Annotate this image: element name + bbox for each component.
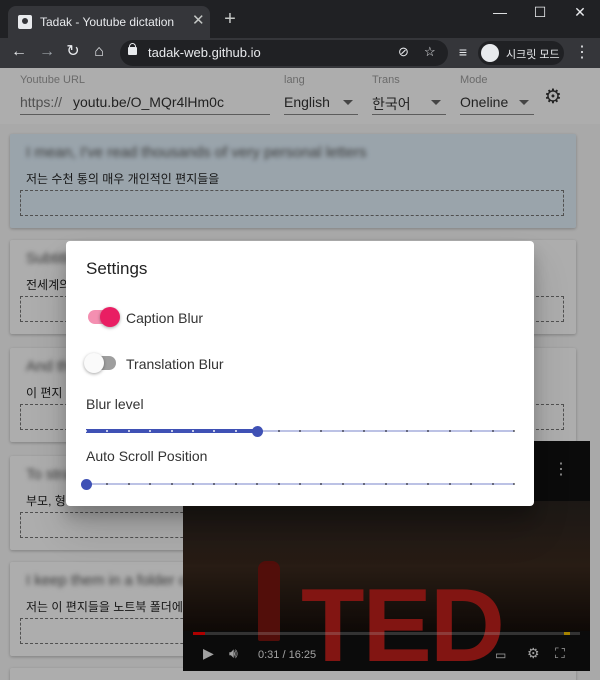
slider-thumb[interactable] (252, 426, 264, 437)
incognito-icon (481, 44, 499, 62)
dialog-title: Settings (86, 259, 148, 278)
media-playlist-icon[interactable]: ≡ (452, 41, 474, 63)
slider-tick (470, 483, 473, 485)
slider-tick (213, 430, 216, 432)
slider-tick (192, 483, 194, 485)
minimize-button[interactable]: — (490, 4, 510, 20)
slider-tick (127, 483, 130, 485)
slider-tick (427, 483, 430, 485)
slider-tick (491, 430, 494, 432)
slider-tick (299, 430, 301, 432)
slider-tick (106, 430, 109, 432)
favicon-icon (18, 15, 32, 29)
caption-blur-toggle[interactable] (86, 307, 120, 327)
toggle-thumb (100, 307, 120, 327)
translation-blur-toggle[interactable] (84, 353, 118, 373)
bookmark-star-icon[interactable]: ☆ (424, 44, 436, 60)
slider-tick (192, 430, 194, 432)
slider-tick (513, 483, 515, 485)
lock-icon (128, 43, 137, 55)
toggle-thumb (84, 353, 104, 373)
slider-thumb[interactable] (81, 479, 92, 490)
auto-scroll-label: Auto Scroll Position (86, 448, 208, 464)
slider-tick (363, 430, 366, 432)
slider-tick (127, 430, 130, 432)
home-icon[interactable]: ⌂ (88, 41, 110, 63)
slider-tick (170, 430, 173, 432)
address-url[interactable]: tadak-web.github.io (148, 45, 261, 60)
slider-tick (470, 430, 473, 432)
slider-tick (341, 430, 344, 432)
slider-tick (320, 430, 323, 432)
slider-tick (448, 430, 451, 432)
browser-toolbar: ← → ↻ ⌂ tadak-web.github.io ⊘ ☆ ≡ 시크릿 모드… (0, 38, 600, 68)
slider-tick (234, 483, 237, 485)
tab-close-icon[interactable]: ✕ (192, 12, 205, 30)
slider-tick (213, 483, 216, 485)
slider-tick (427, 430, 430, 432)
incognito-label: 시크릿 모드 (506, 49, 560, 61)
slider-tick (384, 483, 387, 485)
settings-dialog: Settings Caption Blur Translation Blur B… (66, 241, 534, 506)
tracking-blocked-icon[interactable]: ⊘ (398, 44, 409, 60)
browser-tab[interactable]: Tadak - Youtube dictation ✕ (8, 6, 210, 38)
maximize-button[interactable]: ☐ (530, 4, 550, 21)
tab-title: Tadak - Youtube dictation (40, 15, 175, 29)
slider-tick (170, 483, 173, 485)
slider-tick (256, 483, 259, 485)
slider-tick (406, 483, 408, 485)
slider-tick (277, 430, 280, 432)
slider-tick (149, 483, 152, 485)
slider-tick (513, 430, 515, 432)
blur-level-label: Blur level (86, 396, 144, 412)
address-bar[interactable]: tadak-web.github.io ⊘ ☆ (120, 40, 448, 66)
page-content: Youtube URL https:// youtu.be/O_MQr4lHm0… (0, 68, 600, 680)
browser-tab-bar: Tadak - Youtube dictation ✕ + — ☐ ✕ (0, 0, 600, 38)
slider-tick (149, 430, 152, 432)
reload-icon[interactable]: ↻ (62, 41, 84, 63)
caption-blur-label: Caption Blur (126, 310, 204, 326)
slider-tick (106, 483, 109, 485)
browser-menu-icon[interactable]: ⋮ (574, 42, 590, 62)
blur-level-slider[interactable] (85, 421, 515, 441)
slider-tick (277, 483, 280, 485)
incognito-badge[interactable]: 시크릿 모드 (478, 41, 564, 65)
translation-blur-label: Translation Blur (126, 356, 224, 372)
auto-scroll-slider[interactable] (81, 474, 515, 494)
new-tab-button[interactable]: + (220, 8, 240, 30)
slider-tick (448, 483, 451, 485)
slider-tick (299, 483, 301, 485)
slider-tick (341, 483, 344, 485)
slider-tick (363, 483, 366, 485)
slider-tick (234, 430, 237, 432)
forward-arrow-icon[interactable]: → (36, 41, 58, 63)
slider-tick (406, 430, 408, 432)
slider-tick (85, 430, 87, 432)
slider-tick (384, 430, 387, 432)
slider-tick (320, 483, 323, 485)
close-window-button[interactable]: ✕ (570, 4, 590, 21)
back-arrow-icon[interactable]: ← (8, 41, 30, 63)
slider-tick (491, 483, 494, 485)
